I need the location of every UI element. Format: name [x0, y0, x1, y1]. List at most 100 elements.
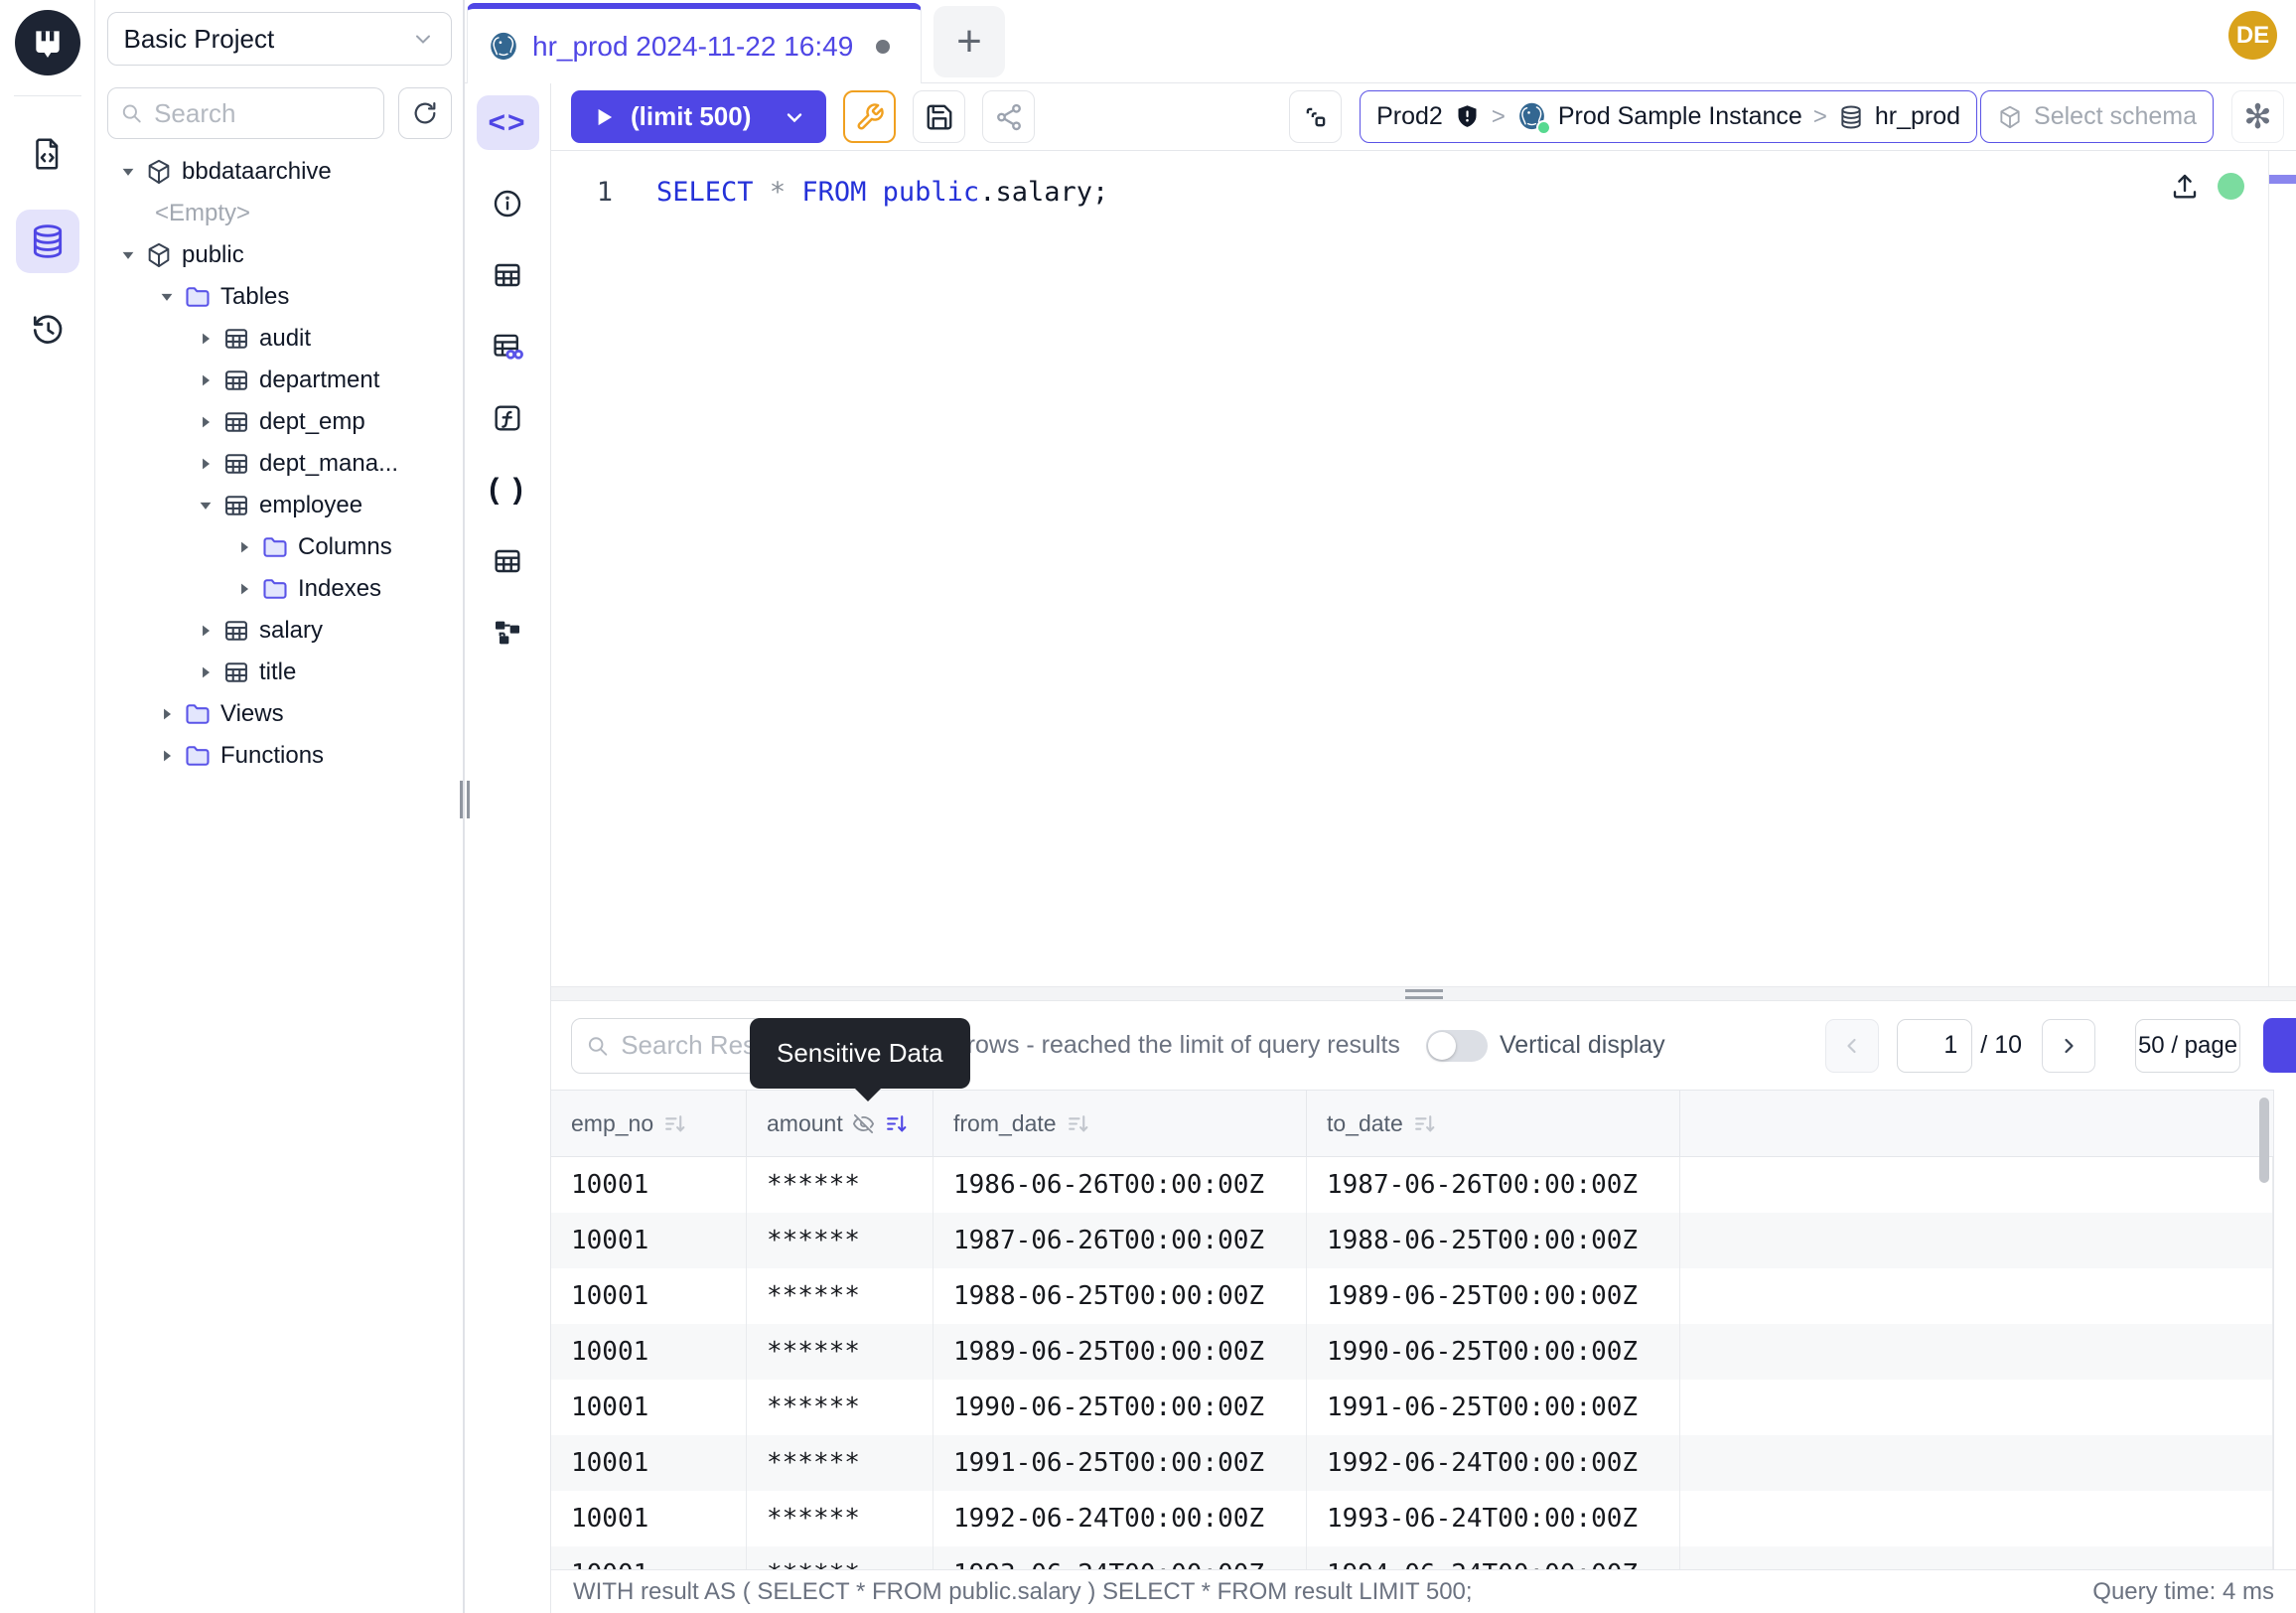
tree-item-public[interactable]: public: [95, 234, 463, 276]
table-row[interactable]: 10001******1986-06-26T00:00:00Z1987-06-2…: [551, 1157, 2273, 1213]
share-button[interactable]: [982, 90, 1035, 143]
panel-resize-handle[interactable]: [551, 986, 2296, 1001]
ai-assistant-button[interactable]: ✻: [2231, 90, 2284, 143]
code-icon: <>: [488, 106, 526, 140]
folder-icon: [261, 575, 289, 603]
bytebase-logo-icon[interactable]: [15, 10, 80, 75]
new-tab-button[interactable]: +: [933, 6, 1005, 77]
next-page-button[interactable]: [2042, 1019, 2095, 1073]
column-header-amount[interactable]: amount: [747, 1091, 933, 1156]
sort-icon-active[interactable]: [884, 1111, 909, 1136]
sort-icon[interactable]: [662, 1111, 687, 1136]
caret-right-icon[interactable]: [156, 705, 178, 723]
table-row[interactable]: 10001******1992-06-24T00:00:00Z1993-06-2…: [551, 1491, 2273, 1546]
format-sql-button[interactable]: [843, 90, 896, 143]
code-panel-toggle[interactable]: <>: [477, 95, 539, 150]
caret-right-icon[interactable]: [233, 538, 255, 556]
sort-icon[interactable]: [1412, 1111, 1437, 1136]
chevron-down-icon[interactable]: [783, 105, 806, 129]
page-size-selector[interactable]: 50 / page: [2135, 1019, 2240, 1073]
run-query-button[interactable]: (limit 500): [571, 90, 826, 143]
export-button[interactable]: [2263, 1018, 2296, 1073]
results-panel: 500 rows - reached the limit of query re…: [551, 1001, 2296, 1569]
batch-query-button[interactable]: [1289, 90, 1342, 143]
vertical-display-toggle[interactable]: [1426, 1030, 1488, 1062]
caret-down-icon[interactable]: [117, 246, 139, 264]
tree-item-bbdataarchive[interactable]: bbdataarchive: [95, 151, 463, 193]
column-header-to-date[interactable]: to_date: [1307, 1091, 1680, 1156]
table-row[interactable]: 10001******1987-06-26T00:00:00Z1988-06-2…: [551, 1213, 2273, 1268]
instance-label: Prod Sample Instance: [1558, 102, 1802, 131]
caret-right-icon[interactable]: [195, 455, 216, 473]
table-row[interactable]: 10001******1990-06-25T00:00:00Z1991-06-2…: [551, 1380, 2273, 1435]
tree-item-employee[interactable]: employee: [95, 485, 463, 526]
cube-icon: [1997, 104, 2023, 130]
page-number-input[interactable]: [1897, 1019, 1972, 1073]
column-header-from-date[interactable]: from_date: [933, 1091, 1307, 1156]
sidebar-resize-handle[interactable]: [460, 781, 470, 818]
column-header-emp-no[interactable]: emp_no: [551, 1091, 747, 1156]
caret-right-icon[interactable]: [195, 622, 216, 640]
sensitive-data-panel-button[interactable]: [465, 311, 550, 382]
sort-icon[interactable]: [1066, 1111, 1090, 1136]
table-row[interactable]: 10001******1991-06-25T00:00:00Z1992-06-2…: [551, 1435, 2273, 1491]
tree-item-dept-emp[interactable]: dept_emp: [95, 401, 463, 443]
function-panel-button[interactable]: [465, 382, 550, 454]
external-table-panel-button[interactable]: [465, 525, 550, 597]
sidebar-search[interactable]: [107, 87, 384, 139]
tree-item-audit[interactable]: audit: [95, 318, 463, 360]
procedure-panel-button[interactable]: ( ): [465, 454, 550, 525]
schema-selector[interactable]: Select schema: [1980, 90, 2214, 143]
tree-item-tables[interactable]: Tables: [95, 276, 463, 318]
prev-page-button[interactable]: [1825, 1019, 1879, 1073]
avatar[interactable]: DE: [2228, 11, 2277, 60]
tree-item-functions[interactable]: Functions: [95, 735, 463, 777]
code-line[interactable]: 1 SELECT * FROM public.salary;: [551, 173, 2296, 213]
project-selector[interactable]: Basic Project: [107, 12, 452, 66]
connection-breadcrumb[interactable]: Prod2 > Prod Sample Instance > hr_prod: [1360, 90, 1977, 143]
caret-right-icon[interactable]: [233, 580, 255, 598]
tab-hr-prod[interactable]: hr_prod 2024-11-22 16:49: [467, 3, 922, 83]
sql-editor[interactable]: 1 SELECT * FROM public.salary;: [551, 151, 2296, 986]
line-number: 1: [551, 173, 623, 213]
upload-icon[interactable]: [2170, 171, 2200, 201]
sql-statement[interactable]: SELECT * FROM public.salary;: [656, 173, 1108, 213]
sensitive-table-icon: [491, 330, 524, 364]
tree-item-label: Views: [220, 700, 284, 728]
editor-scroll-indicator: [2269, 175, 2296, 184]
sidebar-item-database[interactable]: [16, 210, 79, 273]
caret-right-icon[interactable]: [156, 747, 178, 765]
vertical-display-label: Vertical display: [1500, 1031, 1665, 1060]
table-row[interactable]: 10001******1993-06-24T00:00:00Z1994-06-2…: [551, 1546, 2273, 1569]
sidebar-search-input[interactable]: [152, 97, 370, 130]
refresh-button[interactable]: [398, 87, 452, 139]
info-icon: [492, 188, 523, 220]
schema-diagram-button[interactable]: [465, 597, 550, 668]
table-panel-button[interactable]: [465, 239, 550, 311]
caret-right-icon[interactable]: [195, 371, 216, 389]
caret-down-icon[interactable]: [156, 288, 178, 306]
sidebar-item-history[interactable]: [16, 297, 79, 361]
schema-sidebar: Basic Project bbdataarchive <Empty> publ…: [95, 0, 465, 1613]
info-button[interactable]: [465, 168, 550, 239]
tree-item-title[interactable]: title: [95, 652, 463, 693]
er-diagram-icon: [492, 617, 523, 649]
table-row[interactable]: 10001******1988-06-25T00:00:00Z1989-06-2…: [551, 1268, 2273, 1324]
breadcrumb-separator: >: [1492, 103, 1506, 131]
sidebar-item-worksheet[interactable]: [16, 122, 79, 186]
tree-item-views[interactable]: Views: [95, 693, 463, 735]
caret-right-icon[interactable]: [195, 330, 216, 348]
tree-item-dept-manager[interactable]: dept_mana...: [95, 443, 463, 485]
caret-down-icon[interactable]: [117, 163, 139, 181]
table-row[interactable]: 10001******1989-06-25T00:00:00Z1990-06-2…: [551, 1324, 2273, 1380]
tree-item-salary[interactable]: salary: [95, 610, 463, 652]
tree-item-indexes[interactable]: Indexes: [95, 568, 463, 610]
table-scrollbar-thumb[interactable]: [2259, 1098, 2269, 1183]
caret-right-icon[interactable]: [195, 413, 216, 431]
save-button[interactable]: [913, 90, 965, 143]
caret-down-icon[interactable]: [195, 497, 216, 514]
tree-item-department[interactable]: department: [95, 360, 463, 401]
caret-right-icon[interactable]: [195, 663, 216, 681]
tree-item-columns[interactable]: Columns: [95, 526, 463, 568]
editor-scrollbar-track[interactable]: [2268, 151, 2269, 986]
